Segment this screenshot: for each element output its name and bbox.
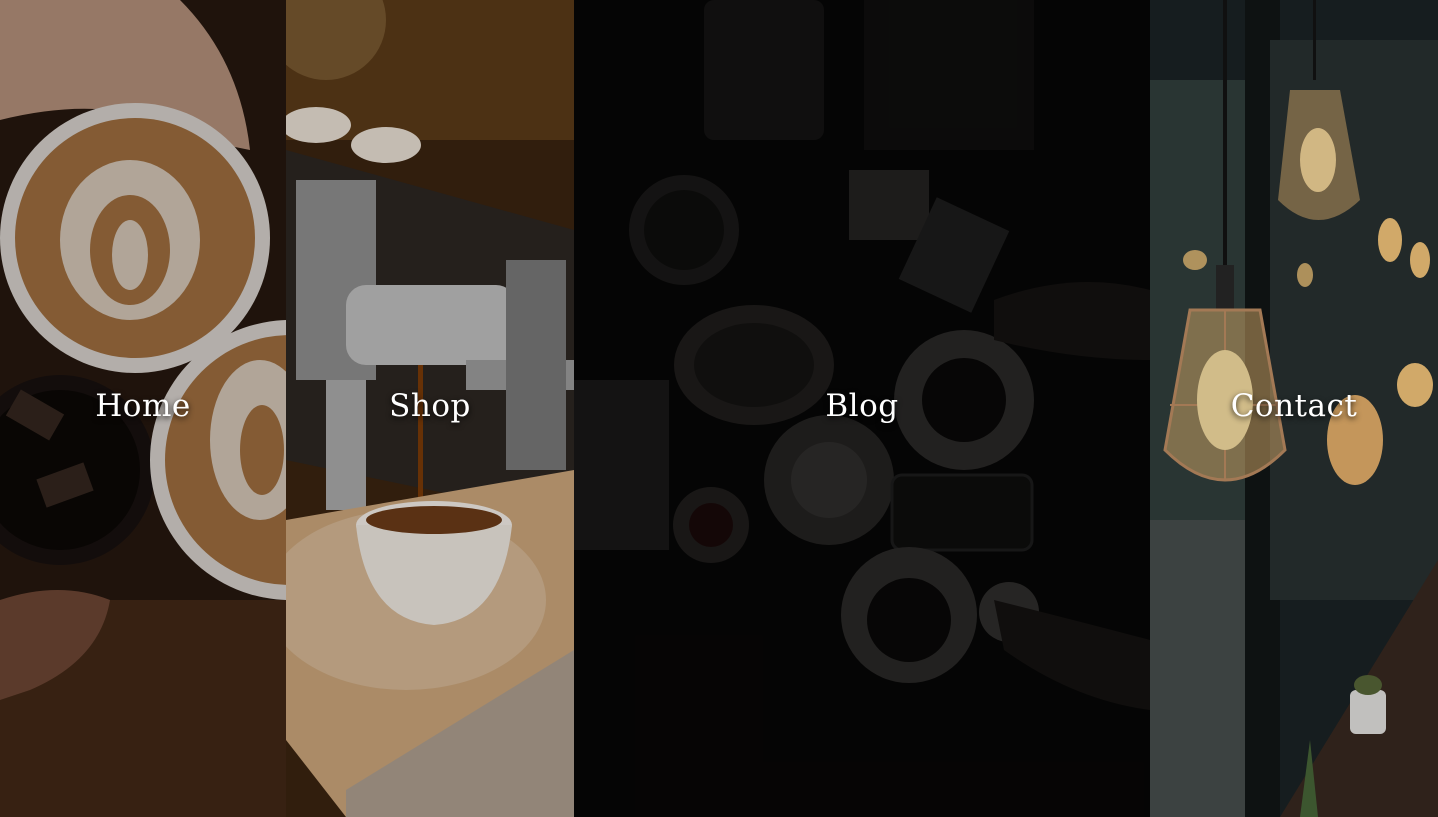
fullscreen-navigation: Home Shop Blog Contact	[0, 0, 1438, 817]
nav-panel-home[interactable]: Home	[0, 0, 286, 817]
nav-label-home[interactable]: Home	[0, 388, 286, 424]
nav-panel-shop[interactable]: Shop	[286, 0, 574, 817]
nav-panel-blog[interactable]: Blog	[574, 0, 1150, 817]
nav-label-contact[interactable]: Contact	[1150, 388, 1438, 424]
nav-panel-contact[interactable]: Contact	[1150, 0, 1438, 817]
nav-label-blog[interactable]: Blog	[574, 388, 1150, 424]
nav-label-shop[interactable]: Shop	[286, 388, 574, 424]
